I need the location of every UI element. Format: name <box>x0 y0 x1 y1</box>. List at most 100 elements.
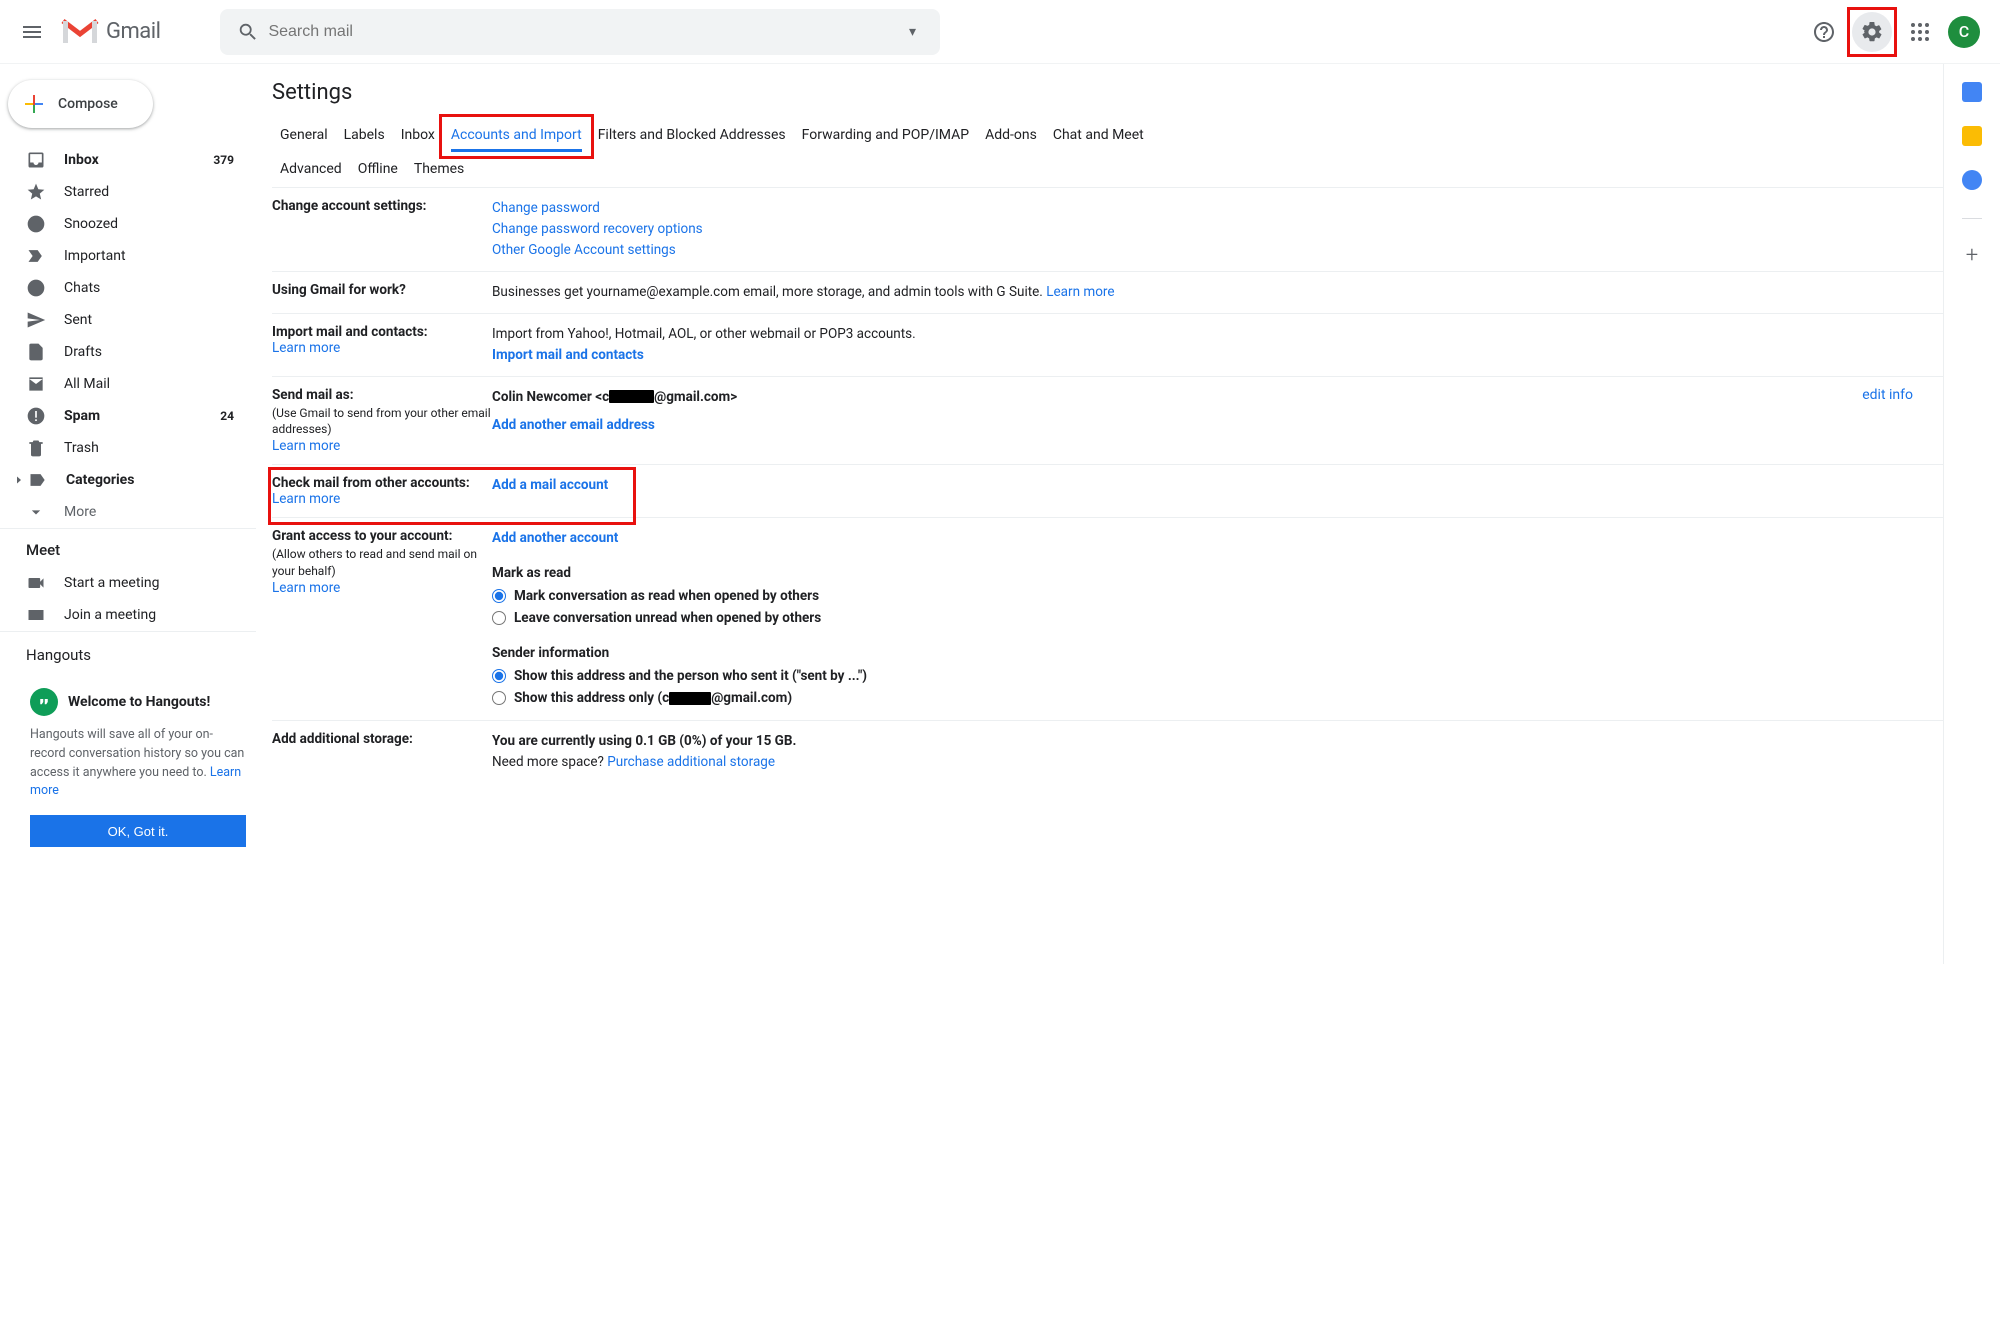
hangouts-header: Hangouts <box>0 631 256 672</box>
search-bar[interactable]: ▾ <box>220 9 940 55</box>
google-apps-icon[interactable] <box>1900 12 1940 52</box>
sidebar-item-drafts[interactable]: Drafts <box>0 336 256 368</box>
mark-as-read-heading: Mark as read <box>492 563 1943 584</box>
link-add-account[interactable]: Add another account <box>492 530 618 546</box>
sidebar-item-categories[interactable]: Categories <box>0 464 256 496</box>
compose-button[interactable]: Compose <box>8 80 153 128</box>
link-learn-grant[interactable]: Learn more <box>272 580 340 596</box>
link-import-mail[interactable]: Import mail and contacts <box>492 347 644 363</box>
divider <box>1962 218 1982 219</box>
tab-labels[interactable]: Labels <box>336 117 393 151</box>
sidebar-item-starred[interactable]: Starred <box>0 176 256 208</box>
sidebar-item-sent[interactable]: Sent <box>0 304 256 336</box>
nav-label: Trash <box>64 440 99 456</box>
row-label: Using Gmail for work? <box>272 282 406 298</box>
row-label: Check mail from other accounts: <box>272 475 470 491</box>
link-learn-sendas[interactable]: Learn more <box>272 438 340 454</box>
sidebar-item-spam[interactable]: Spam 24 <box>0 400 256 432</box>
sender-info-heading: Sender information <box>492 643 1943 664</box>
link-learn-import[interactable]: Learn more <box>272 340 340 356</box>
radio-label[interactable]: Mark conversation as read when opened by… <box>514 586 819 607</box>
gmail-m-icon <box>60 17 100 47</box>
join-meeting[interactable]: Join a meeting <box>0 599 256 631</box>
link-other-settings[interactable]: Other Google Account settings <box>492 242 676 258</box>
row-text: Import from Yahoo!, Hotmail, AOL, or oth… <box>492 326 916 342</box>
radio-label[interactable]: Leave conversation unread when opened by… <box>514 608 821 629</box>
label-icon <box>28 470 48 490</box>
row-sublabel: (Allow others to read and send mail on y… <box>272 546 492 580</box>
search-icon[interactable] <box>228 12 268 52</box>
radio-mark-read[interactable] <box>492 589 506 603</box>
tasks-icon[interactable] <box>1962 170 1982 190</box>
mail-icon <box>26 374 46 394</box>
hangouts-ok-button[interactable]: OK, Got it. <box>30 815 246 847</box>
radio-leave-unread[interactable] <box>492 611 506 625</box>
main-menu-icon[interactable] <box>8 8 56 56</box>
link-learn-gsuite[interactable]: Learn more <box>1046 284 1114 300</box>
nav-label: Sent <box>64 312 92 328</box>
row-change-account: Change account settings: Change password… <box>272 188 1943 272</box>
tab-addons[interactable]: Add-ons <box>977 117 1045 151</box>
sidebar-item-inbox[interactable]: Inbox 379 <box>0 144 256 176</box>
radio-label[interactable]: Show this address and the person who sen… <box>514 666 867 687</box>
link-learn-checkmail[interactable]: Learn more <box>272 491 340 507</box>
support-icon[interactable] <box>1804 12 1844 52</box>
side-panel: + <box>1944 64 2000 964</box>
row-import: Import mail and contacts: Learn more Imp… <box>272 314 1943 377</box>
tab-chat-meet[interactable]: Chat and Meet <box>1045 117 1152 151</box>
tab-accounts-import[interactable]: Accounts and Import <box>443 117 590 151</box>
sidebar-item-snoozed[interactable]: Snoozed <box>0 208 256 240</box>
storage-prompt: Need more space? <box>492 754 607 770</box>
sidebar-item-trash[interactable]: Trash <box>0 432 256 464</box>
nav-label: Important <box>64 248 126 264</box>
tab-filters[interactable]: Filters and Blocked Addresses <box>590 117 794 151</box>
row-label: Send mail as: <box>272 387 354 403</box>
inbox-icon <box>26 150 46 170</box>
hangouts-title: Welcome to Hangouts! <box>68 694 210 710</box>
row-send-as: Send mail as: (Use Gmail to send from yo… <box>272 377 1943 466</box>
search-input[interactable] <box>268 23 892 41</box>
radio-show-sentby[interactable] <box>492 669 506 683</box>
keep-icon[interactable] <box>1962 126 1982 146</box>
search-options-icon[interactable]: ▾ <box>892 24 932 40</box>
row-label: Import mail and contacts: <box>272 324 428 340</box>
sidebar-item-allmail[interactable]: All Mail <box>0 368 256 400</box>
tab-general[interactable]: General <box>272 117 336 151</box>
radio-label[interactable]: Show this address only (c@gmail.com) <box>514 688 792 709</box>
row-text: Businesses get yourname@example.com emai… <box>492 284 1046 300</box>
meet-label: Start a meeting <box>64 575 159 591</box>
link-add-email[interactable]: Add another email address <box>492 417 655 433</box>
tab-forwarding[interactable]: Forwarding and POP/IMAP <box>794 117 977 151</box>
settings-tabs: General Labels Inbox Accounts and Import… <box>272 117 1943 188</box>
start-meeting[interactable]: Start a meeting <box>0 567 256 599</box>
calendar-icon[interactable] <box>1962 82 1982 102</box>
tab-advanced[interactable]: Advanced <box>272 151 350 185</box>
sidebar-item-more[interactable]: More <box>0 496 256 528</box>
compose-label: Compose <box>58 96 118 112</box>
get-addons-icon[interactable]: + <box>1966 243 1978 268</box>
meet-label: Join a meeting <box>64 607 156 623</box>
link-purchase-storage[interactable]: Purchase additional storage <box>607 754 775 770</box>
nav-label: Drafts <box>64 344 102 360</box>
tab-offline[interactable]: Offline <box>350 151 406 185</box>
inbox-count: 379 <box>213 153 244 167</box>
nav-label: More <box>64 504 96 520</box>
link-add-mail-account[interactable]: Add a mail account <box>492 477 608 493</box>
row-grant-access: Grant access to your account: (Allow oth… <box>272 518 1943 720</box>
row-work: Using Gmail for work? Businesses get you… <box>272 272 1943 314</box>
sidebar-item-important[interactable]: Important <box>0 240 256 272</box>
sidebar-item-chats[interactable]: Chats <box>0 272 256 304</box>
gmail-logo[interactable]: Gmail <box>60 17 160 47</box>
row-label: Add additional storage: <box>272 731 413 747</box>
settings-icon[interactable] <box>1852 12 1892 52</box>
tab-inbox[interactable]: Inbox <box>393 117 443 151</box>
settings-icon-wrap <box>1852 12 1892 52</box>
important-icon <box>26 246 46 266</box>
camera-icon <box>26 573 46 593</box>
radio-show-address-only[interactable] <box>492 691 506 705</box>
link-recovery[interactable]: Change password recovery options <box>492 221 703 237</box>
link-change-password[interactable]: Change password <box>492 200 600 216</box>
link-edit-info[interactable]: edit info <box>1862 387 1913 403</box>
tab-themes[interactable]: Themes <box>406 151 472 185</box>
account-avatar[interactable]: C <box>1948 16 1980 48</box>
